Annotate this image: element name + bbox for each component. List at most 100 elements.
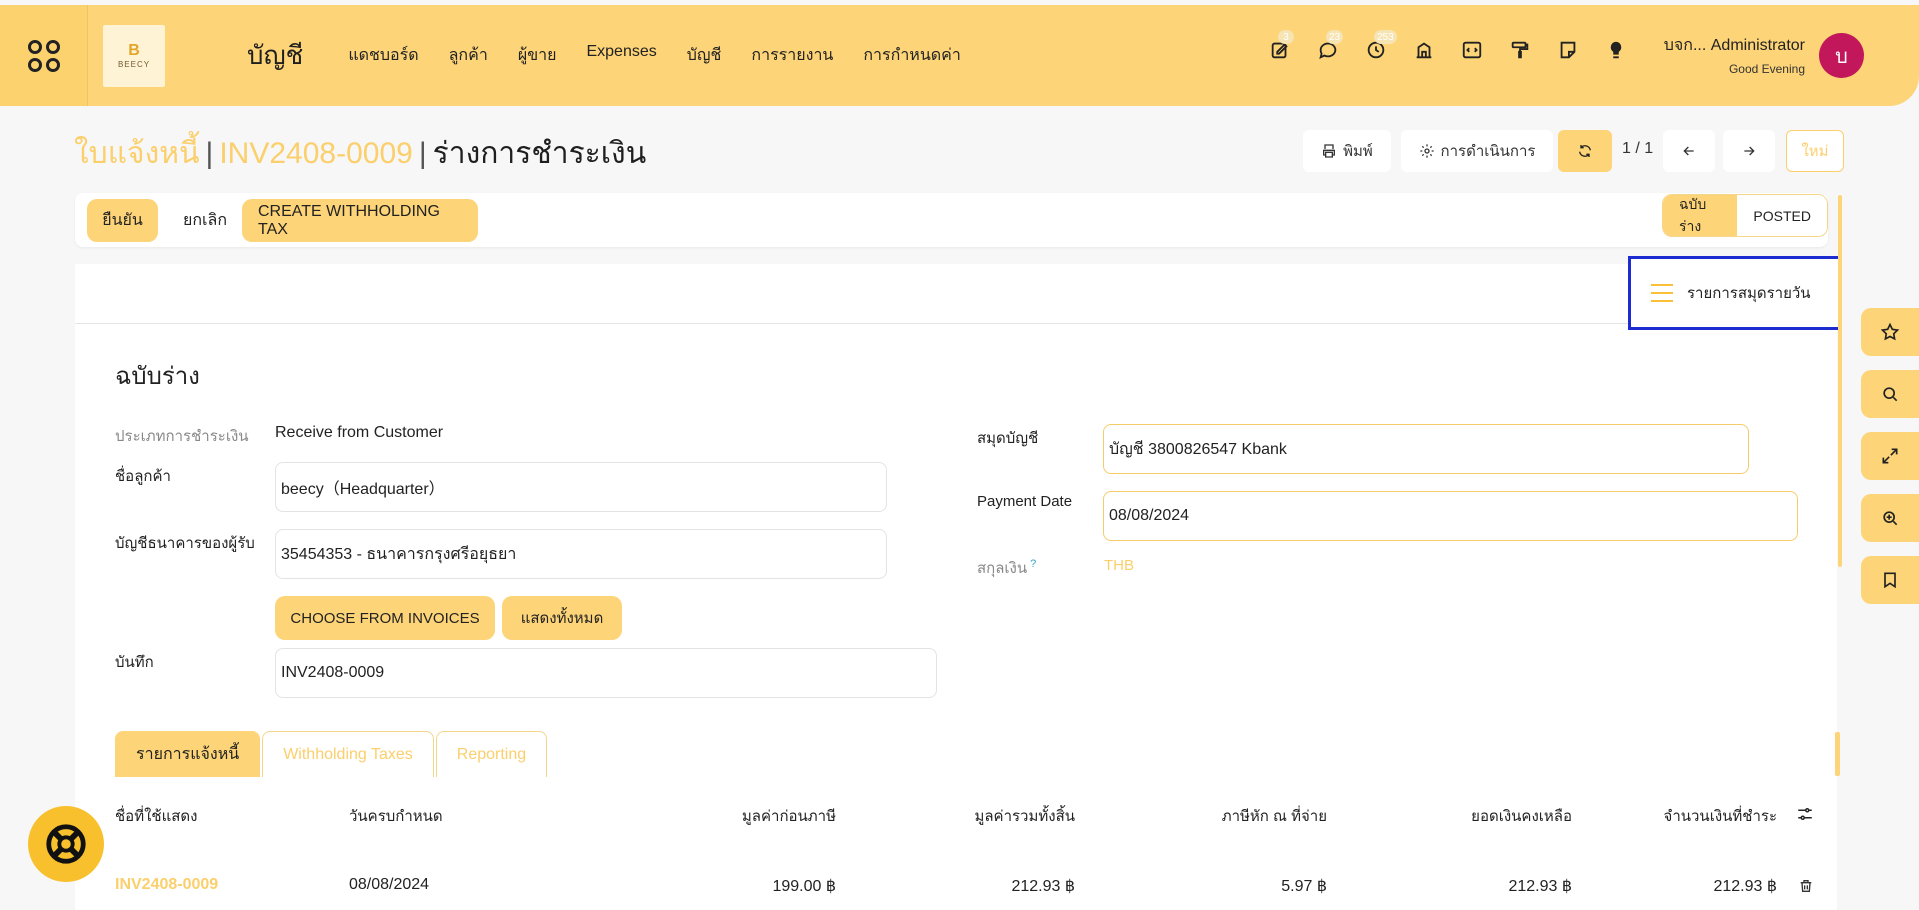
messages-button[interactable]: 23 bbox=[1304, 30, 1352, 64]
apps-menu-button[interactable] bbox=[0, 5, 88, 106]
journal-label: สมุดบัญชี bbox=[977, 430, 1039, 447]
user-menu[interactable]: บจก... Administrator Good Evening bbox=[1640, 33, 1805, 76]
new-button[interactable]: ใหม่ bbox=[1786, 130, 1844, 172]
column-header-withholding[interactable]: ภาษีหัก ณ ที่จ่าย bbox=[1222, 804, 1327, 828]
column-settings-icon[interactable] bbox=[1796, 805, 1814, 823]
currency-label: สกุลเงิน? bbox=[977, 556, 1036, 580]
memo-label: บันทึก bbox=[115, 654, 154, 671]
logo-letter: B bbox=[128, 42, 140, 59]
prev-record-button[interactable] bbox=[1663, 130, 1715, 172]
journal-field[interactable]: บัญชี 3800826547 Kbank bbox=[1103, 424, 1749, 474]
code-icon bbox=[1462, 41, 1482, 59]
notifications-button[interactable]: 253 bbox=[1352, 30, 1400, 64]
column-header-total[interactable]: มูลค่ารวมทั้งสิ้น bbox=[974, 804, 1075, 828]
page-title: ร่างการชำระเงิน bbox=[432, 137, 647, 170]
company-button[interactable] bbox=[1400, 36, 1448, 64]
next-record-button[interactable] bbox=[1723, 130, 1775, 172]
print-label: พิมพ์ bbox=[1343, 143, 1373, 160]
choose-invoices-button[interactable]: CHOOSE FROM INVOICES bbox=[275, 596, 495, 640]
messages-badge: 23 bbox=[1326, 30, 1344, 44]
pager: 1 / 1 bbox=[1622, 140, 1654, 157]
trash-icon[interactable] bbox=[1798, 878, 1814, 894]
row-untaxed: 199.00 ฿ bbox=[772, 878, 836, 895]
expand-button[interactable] bbox=[1861, 432, 1919, 480]
lightbulb-icon bbox=[1610, 41, 1622, 59]
confirm-button[interactable]: ยืนยัน bbox=[87, 199, 158, 242]
zoom-in-icon bbox=[1883, 511, 1898, 526]
menu-reporting[interactable]: การรายงาน bbox=[736, 43, 848, 68]
payment-date-label: Payment Date bbox=[977, 493, 1073, 510]
form-sheet: รายการสมุดรายวัน ฉบับร่าง ประเภทการชำระเ… bbox=[75, 256, 1841, 910]
menu-vendors[interactable]: ผู้ขาย bbox=[503, 43, 572, 68]
menu-expenses[interactable]: Expenses bbox=[571, 43, 671, 68]
search-icon bbox=[1883, 387, 1898, 402]
menu-customers[interactable]: ลูกค้า bbox=[434, 43, 503, 68]
menu-accounting[interactable]: บัญชี bbox=[672, 43, 737, 68]
scrollbar[interactable] bbox=[1838, 195, 1842, 567]
printer-icon bbox=[1323, 144, 1336, 158]
payment-type-value: Receive from Customer bbox=[275, 424, 444, 441]
scroll-indicator[interactable] bbox=[1835, 732, 1840, 776]
breadcrumb-invoice-number[interactable]: INV2408-0009 bbox=[219, 137, 412, 171]
breadcrumb-separator: | bbox=[205, 136, 214, 170]
customer-label: ชื่อลูกค้า bbox=[115, 468, 171, 485]
list-icon bbox=[1651, 284, 1673, 302]
breadcrumb-invoices[interactable]: ใบแจ้งหนี้ bbox=[74, 130, 200, 177]
recipient-bank-field[interactable]: 35454353 - ธนาคารกรุงศรีอยุธยา bbox=[275, 529, 887, 579]
app-name[interactable]: บัญชี bbox=[247, 35, 303, 76]
payment-type-label: ประเภทการชำระเงิน bbox=[115, 428, 249, 445]
row-name[interactable]: INV2408-0009 bbox=[115, 876, 218, 894]
action-bar: ยืนยัน ยกเลิก CREATE WITHHOLDING TAX ฉบั… bbox=[75, 193, 1828, 247]
tab-reporting[interactable]: Reporting bbox=[435, 731, 548, 777]
tab-invoices[interactable]: รายการแจ้งหนี้ bbox=[115, 731, 261, 777]
activity-button[interactable]: 3 bbox=[1256, 30, 1304, 64]
action-button[interactable]: การดำเนินการ bbox=[1401, 130, 1553, 172]
column-header-residual[interactable]: ยอดเงินคงเหลือ bbox=[1471, 804, 1572, 828]
column-header-name[interactable]: ชื่อที่ใช้แสดง bbox=[115, 804, 197, 828]
building-icon bbox=[1416, 42, 1432, 59]
status-bar: ฉบับร่าง POSTED bbox=[1662, 194, 1828, 237]
notebook-tabs: รายการแจ้งหนี้ Withholding Taxes Reporti… bbox=[115, 731, 548, 777]
favorite-button[interactable] bbox=[1861, 308, 1919, 356]
tips-button[interactable] bbox=[1592, 36, 1640, 64]
journal-items-button[interactable]: รายการสมุดรายวัน bbox=[1628, 256, 1841, 330]
bookmark-button[interactable] bbox=[1861, 556, 1919, 604]
column-header-due-date[interactable]: วันครบกำหนด bbox=[349, 804, 443, 828]
status-posted[interactable]: POSTED bbox=[1737, 195, 1827, 236]
main-menu: แดชบอร์ด ลูกค้า ผู้ขาย Expenses บัญชี กา… bbox=[333, 43, 976, 68]
recipient-bank-label: บัญชีธนาคารของผู้รับ bbox=[115, 535, 255, 552]
row-due-date: 08/08/2024 bbox=[349, 876, 430, 893]
developer-button[interactable] bbox=[1448, 36, 1496, 64]
menu-dashboard[interactable]: แดชบอร์ด bbox=[333, 43, 433, 68]
zoom-button[interactable] bbox=[1861, 494, 1919, 542]
breadcrumb: ใบแจ้งหนี้ | INV2408-0009 | ร่างการชำระเ… bbox=[74, 130, 646, 177]
brand-logo[interactable]: B BEECY bbox=[103, 24, 165, 87]
currency-value[interactable]: THB bbox=[1104, 557, 1134, 574]
help-button[interactable] bbox=[28, 806, 104, 882]
search-button[interactable] bbox=[1861, 370, 1919, 418]
bookmark-icon bbox=[1884, 572, 1896, 589]
notes-button[interactable] bbox=[1544, 36, 1592, 64]
customer-field[interactable]: beecy（Headquarter） bbox=[275, 462, 887, 512]
refresh-button[interactable] bbox=[1558, 130, 1612, 172]
memo-field[interactable]: INV2408-0009 bbox=[275, 648, 937, 698]
show-all-button[interactable]: แสดงทั้งหมด bbox=[502, 596, 622, 640]
greeting: Good Evening bbox=[1728, 62, 1805, 76]
refresh-icon bbox=[1579, 145, 1591, 157]
print-button[interactable]: พิมพ์ bbox=[1303, 130, 1391, 172]
column-header-untaxed[interactable]: มูลค่าก่อนภาษี bbox=[742, 804, 836, 828]
cancel-button[interactable]: ยกเลิก bbox=[165, 199, 245, 242]
notifications-badge: 253 bbox=[1374, 30, 1397, 44]
theme-button[interactable] bbox=[1496, 36, 1544, 64]
payment-date-field[interactable]: 08/08/2024 bbox=[1103, 491, 1798, 541]
status-draft[interactable]: ฉบับร่าง bbox=[1663, 195, 1738, 236]
tab-withholding-taxes[interactable]: Withholding Taxes bbox=[262, 731, 434, 777]
menu-configuration[interactable]: การกำหนดค่า bbox=[848, 43, 976, 68]
column-header-amount-paid[interactable]: จำนวนเงินที่ชำระ bbox=[1664, 804, 1777, 828]
row-amount-paid[interactable]: 212.93 ฿ bbox=[1713, 876, 1777, 896]
help-icon[interactable]: ? bbox=[1030, 558, 1036, 570]
avatar[interactable]: บ bbox=[1819, 33, 1864, 78]
star-icon bbox=[1880, 322, 1900, 341]
create-withholding-tax-button[interactable]: CREATE WITHHOLDING TAX bbox=[242, 199, 478, 242]
navbar-icons: 3 23 253 bbox=[1256, 30, 1640, 64]
